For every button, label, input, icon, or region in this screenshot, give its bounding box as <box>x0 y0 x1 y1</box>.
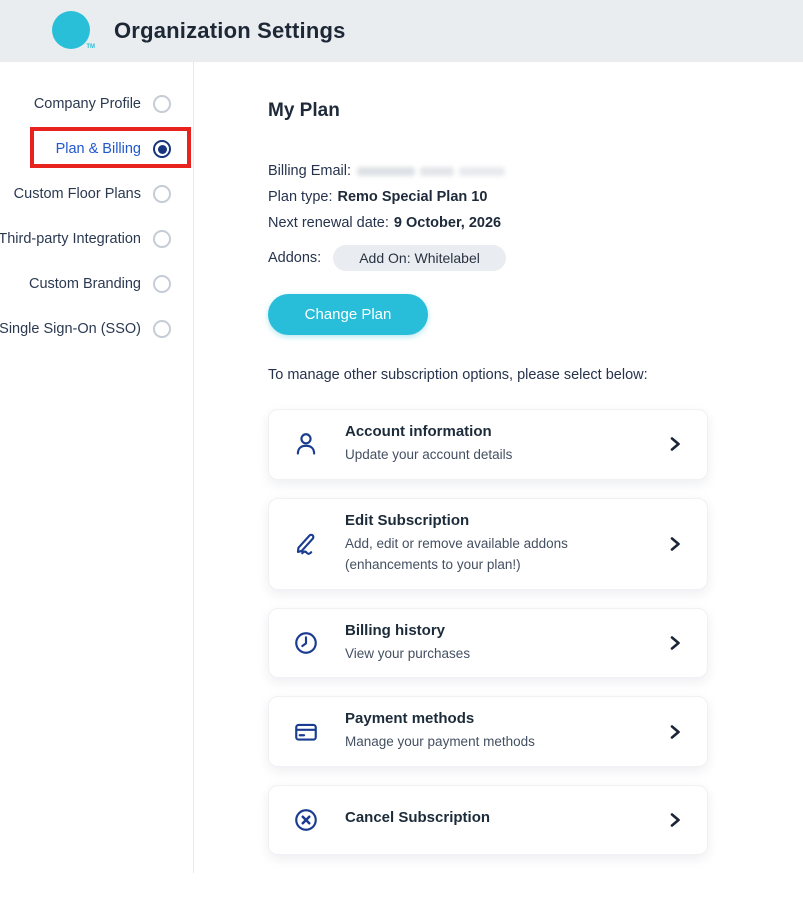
billing-email-redacted <box>357 167 505 176</box>
edit-subscription-card[interactable]: Edit Subscription Add, edit or remove av… <box>268 498 708 590</box>
addon-whitelabel-chip: Add On: Whitelabel <box>333 245 506 271</box>
settings-sidebar: Company Profile Plan & Billing Custom Fl… <box>0 62 193 873</box>
card-subtitle: Manage your payment methods <box>345 731 661 753</box>
addons-label: Addons: <box>268 250 321 266</box>
card-subtitle: Add, edit or remove available addons (en… <box>345 533 661 576</box>
change-plan-button[interactable]: Change Plan <box>268 294 428 335</box>
chevron-right-icon <box>667 436 683 452</box>
plan-type-value: Remo Special Plan 10 <box>338 189 488 205</box>
sidebar-item-custom-floor-plans[interactable]: Custom Floor Plans <box>0 176 193 212</box>
chevron-right-icon <box>667 536 683 552</box>
sidebar-item-label: Company Profile <box>34 96 141 112</box>
chevron-right-icon <box>667 724 683 740</box>
radio-plan-billing[interactable] <box>153 140 171 158</box>
account-information-card[interactable]: Account information Update your account … <box>268 409 708 480</box>
sidebar-item-third-party-integration[interactable]: Third-party Integration <box>0 221 193 257</box>
section-title: My Plan <box>268 100 708 122</box>
logo-circle-icon <box>52 11 90 49</box>
plan-info-block: Billing Email: Plan type: Remo Special P… <box>268 158 708 272</box>
payment-methods-card[interactable]: Payment methods Manage your payment meth… <box>268 696 708 767</box>
sidebar-item-plan-billing[interactable]: Plan & Billing <box>0 131 193 167</box>
sidebar-item-single-sign-on[interactable]: Single Sign-On (SSO) <box>0 311 193 347</box>
plan-type-label: Plan type: <box>268 189 333 205</box>
renewal-date-label: Next renewal date: <box>268 215 389 231</box>
logo-trademark: TM <box>86 44 95 50</box>
card-title: Edit Subscription <box>345 512 661 529</box>
cancel-subscription-card[interactable]: Cancel Subscription <box>268 785 708 855</box>
sidebar-divider <box>193 62 194 873</box>
radio-company-profile[interactable] <box>153 95 171 113</box>
plan-type-row: Plan type: Remo Special Plan 10 <box>268 184 708 210</box>
sidebar-item-custom-branding[interactable]: Custom Branding <box>0 266 193 302</box>
radio-custom-floor-plans[interactable] <box>153 185 171 203</box>
app-header: TM Organization Settings <box>0 0 803 62</box>
radio-custom-branding[interactable] <box>153 275 171 293</box>
billing-history-card[interactable]: Billing history View your purchases <box>268 608 708 679</box>
card-subtitle: Update your account details <box>345 444 661 466</box>
chevron-right-icon <box>667 812 683 828</box>
plan-billing-panel: My Plan Billing Email: Plan type: Remo S… <box>268 100 708 855</box>
manage-subscription-text: To manage other subscription options, pl… <box>268 367 708 383</box>
card-title: Payment methods <box>345 710 661 727</box>
billing-email-label: Billing Email: <box>268 163 351 179</box>
radio-single-sign-on[interactable] <box>153 320 171 338</box>
clock-icon <box>293 630 323 656</box>
card-title: Account information <box>345 423 661 440</box>
sidebar-item-label: Custom Branding <box>29 276 141 292</box>
renewal-date-row: Next renewal date: 9 October, 2026 <box>268 210 708 236</box>
sidebar-item-company-profile[interactable]: Company Profile <box>0 86 193 122</box>
sidebar-item-label: Single Sign-On (SSO) <box>0 321 141 337</box>
sidebar-item-label: Third-party Integration <box>0 231 141 247</box>
sidebar-item-label: Custom Floor Plans <box>14 186 141 202</box>
radio-third-party-integration[interactable] <box>153 230 171 248</box>
addons-row: Addons: Add On: Whitelabel <box>268 244 708 272</box>
subscription-options-list: Account information Update your account … <box>268 409 708 855</box>
edit-pen-icon <box>293 531 323 557</box>
card-title: Billing history <box>345 622 661 639</box>
cancel-circle-icon <box>293 807 323 833</box>
credit-card-icon <box>293 719 323 745</box>
chevron-right-icon <box>667 635 683 651</box>
billing-email-row: Billing Email: <box>268 158 708 184</box>
page-header-title: Organization Settings <box>114 18 346 44</box>
card-title: Cancel Subscription <box>345 809 661 826</box>
user-icon <box>293 431 323 457</box>
renewal-date-value: 9 October, 2026 <box>394 215 501 231</box>
sidebar-item-label: Plan & Billing <box>56 141 141 157</box>
remo-logo: TM <box>52 11 92 51</box>
card-subtitle: View your purchases <box>345 643 661 665</box>
